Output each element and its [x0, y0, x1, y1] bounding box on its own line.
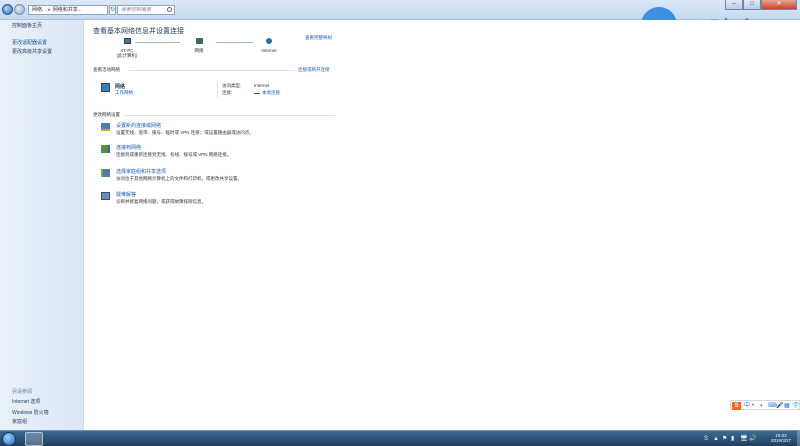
computer-icon: [123, 38, 131, 44]
back-button[interactable]: ‹: [2, 4, 13, 15]
troubleshoot-icon: [101, 192, 110, 200]
view-full-map-link[interactable]: 查看完整映射: [305, 35, 332, 41]
search-placeholder: 搜索控制面板: [121, 7, 152, 13]
setup-connection-link[interactable]: 设置新的连接或网络: [116, 122, 161, 129]
action-center-icon[interactable]: ⚑: [722, 434, 727, 444]
troubleshoot-desc: 诊断并修复网络问题，或获得故障排除信息。: [116, 199, 206, 204]
connect-network-link[interactable]: 连接到网络: [116, 144, 141, 151]
toolbox-icon[interactable]: ▦: [784, 402, 790, 410]
map-node-computer: XT-PC (此计算机): [107, 38, 147, 59]
globe-icon: [266, 38, 272, 44]
homegroup-icon: [101, 169, 110, 177]
connect-network-icon: [101, 145, 110, 153]
network-icon: [195, 38, 203, 44]
map-node-network: 网络: [179, 38, 219, 54]
active-network-name: 网络: [115, 84, 126, 90]
new-connection-icon: [101, 123, 110, 131]
tray-sogou-icon[interactable]: S: [704, 434, 708, 444]
skin-icon[interactable]: 👕: [792, 402, 799, 410]
network-label: 网络: [194, 48, 204, 53]
microphone-icon[interactable]: 🎤: [776, 402, 783, 410]
breadcrumb-network[interactable]: 网络...: [32, 7, 46, 13]
network-info-divider: [217, 82, 218, 98]
advanced-sharing-settings-link[interactable]: 更改高级共享设置: [12, 48, 52, 55]
tray-clock[interactable]: 15:03 2019/3/27: [764, 433, 798, 443]
tray-app-icon[interactable]: ▮: [731, 434, 734, 444]
connect-network-desc: 连接到或重新连接到无线、有线、拨号或 VPN 网络连接。: [116, 152, 232, 157]
punctuation-icon[interactable]: •: [752, 402, 754, 410]
access-type-value: Internet: [254, 83, 270, 88]
network-tray-icon[interactable]: 🖥: [740, 434, 748, 444]
network-type-link[interactable]: 工作网络: [115, 90, 133, 96]
page-title: 查看基本网络信息并设置连接: [93, 28, 184, 35]
left-pane: 控制面板主页 更改适配器设置 更改高级共享设置 另请参阅 Internet 选项…: [0, 20, 84, 430]
forward-button[interactable]: ›: [14, 4, 25, 15]
change-adapter-settings-link[interactable]: 更改适配器设置: [12, 39, 47, 46]
refresh-button[interactable]: ↻: [109, 5, 116, 15]
see-also-heading: 另请参阅: [12, 389, 33, 395]
homegroup-link[interactable]: 家庭组: [12, 418, 27, 425]
windows-firewall-link[interactable]: Windows 防火墙: [12, 409, 49, 416]
control-panel-home-link[interactable]: 控制面板主页: [12, 22, 42, 29]
work-network-icon[interactable]: [101, 83, 110, 92]
change-settings-heading: 更改网络设置: [93, 112, 120, 117]
forward-arrow-icon: ›: [17, 4, 20, 13]
local-connection-text: 本地连接: [262, 90, 280, 95]
volume-icon[interactable]: 🔊: [749, 434, 756, 444]
taskbar: S ▲ ⚑ ▮ 🖥 🔊: [0, 430, 800, 446]
ime-toolbar: S 中 • ◐ ⌨ 🎤 ▦ 👕: [730, 400, 800, 410]
setup-connection-desc: 设置无线、宽带、拨号、临时或 VPN 连接；或设置路由器或访问点。: [116, 130, 254, 135]
chinese-mode-icon[interactable]: 中: [744, 402, 750, 410]
section-divider: [129, 70, 294, 71]
active-networks-heading: 查看活动网络: [93, 67, 120, 72]
map-connector: [216, 42, 253, 43]
homegroup-sharing-desc: 访问位于其他网络计算机上的文件和打印机，或更改共享设置。: [116, 176, 242, 181]
connections-label: 连接:: [222, 90, 233, 95]
back-arrow-icon: ‹: [5, 4, 8, 13]
internet-options-link[interactable]: Internet 选项: [12, 398, 40, 405]
fullwidth-icon[interactable]: ◐: [760, 402, 764, 410]
computer-subtitle: (此计算机): [116, 53, 138, 58]
breadcrumb-separator: ▸: [48, 7, 51, 13]
internet-label: Internet: [261, 48, 277, 53]
breadcrumb-network-sharing[interactable]: 网络和共享...: [53, 7, 82, 13]
taskbar-explorer-button[interactable]: [25, 432, 43, 446]
start-button[interactable]: [2, 432, 16, 446]
main-content: 查看基本网络信息并设置连接 查看完整映射 XT-PC (此计算机) 网络 Int…: [85, 20, 800, 430]
section-divider: [125, 115, 335, 116]
search-icon: [167, 7, 172, 12]
map-node-internet: Internet: [249, 38, 289, 53]
homegroup-sharing-link[interactable]: 选择家庭组和共享选项: [116, 168, 166, 175]
local-connection-link[interactable]: 本地连接: [254, 90, 280, 96]
connect-disconnect-link[interactable]: 连接或断开连接: [298, 67, 330, 73]
tray-expand-icon[interactable]: ▲: [713, 434, 719, 444]
sogou-logo-icon[interactable]: S: [732, 402, 741, 410]
search-input[interactable]: 搜索控制面板: [117, 5, 175, 15]
clock-date: 2019/3/27: [770, 438, 792, 443]
troubleshoot-link[interactable]: 疑难解答: [116, 191, 136, 198]
connection-icon: [254, 91, 260, 95]
access-type-label: 访问类型:: [222, 83, 242, 88]
address-bar[interactable]: 网络... ▸ 网络和共享...: [28, 5, 108, 15]
